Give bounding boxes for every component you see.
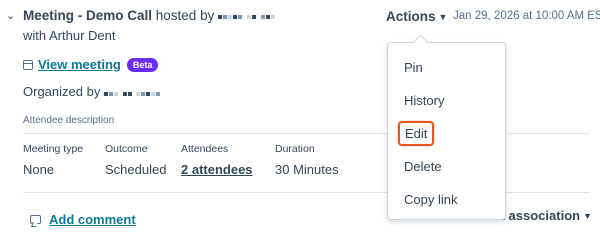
actions-dropdown-button[interactable]: Actions ▼ bbox=[386, 9, 447, 24]
view-meeting-row: View meeting Beta bbox=[23, 57, 159, 72]
caret-down-icon: ▼ bbox=[583, 211, 592, 221]
redacted-host-name bbox=[218, 9, 276, 24]
actions-label: Actions bbox=[386, 9, 436, 24]
duration-label: Duration bbox=[275, 143, 315, 155]
associations-label: 1 association bbox=[497, 208, 581, 223]
menu-item-pin[interactable]: Pin bbox=[404, 60, 423, 75]
actions-menu: Pin History Edit Delete Copy link bbox=[387, 42, 506, 220]
meeting-type-label: Meeting type bbox=[23, 143, 84, 155]
meeting-title: Meeting - Demo Call bbox=[23, 8, 153, 23]
menu-item-copy-link[interactable]: Copy link bbox=[404, 192, 457, 207]
attendees-link[interactable]: 2 attendees bbox=[181, 162, 253, 177]
redacted-organizer-name bbox=[103, 85, 161, 100]
hosted-by-text: hosted by bbox=[155, 8, 215, 23]
collapse-chevron-icon[interactable]: ⌄ bbox=[6, 9, 15, 22]
comment-icon bbox=[30, 215, 41, 224]
attendees-label: Attendees bbox=[181, 143, 229, 155]
caret-down-icon: ▼ bbox=[438, 12, 448, 22]
outcome-value[interactable]: Scheduled bbox=[105, 162, 166, 177]
add-comment-link[interactable]: Add comment bbox=[49, 212, 136, 227]
menu-item-delete[interactable]: Delete bbox=[404, 159, 442, 174]
organized-by-line: Organized by bbox=[23, 84, 161, 100]
organized-by-text: Organized by bbox=[23, 84, 101, 99]
calendar-icon bbox=[23, 59, 33, 70]
beta-badge: Beta bbox=[126, 57, 159, 72]
associations-dropdown[interactable]: 1 association ▼ bbox=[498, 208, 592, 223]
attendee-description-label: Attendee description bbox=[23, 115, 115, 126]
menu-item-edit[interactable]: Edit bbox=[398, 121, 435, 146]
activity-title-line: Meeting - Demo Call hosted by bbox=[23, 8, 276, 24]
view-meeting-link[interactable]: View meeting bbox=[38, 57, 121, 72]
menu-item-history[interactable]: History bbox=[404, 93, 444, 108]
outcome-label: Outcome bbox=[105, 143, 148, 155]
with-contact-text: with Arthur Dent bbox=[23, 28, 116, 43]
meeting-type-value[interactable]: None bbox=[23, 162, 54, 177]
add-comment-row: Add comment bbox=[30, 212, 136, 227]
duration-value[interactable]: 30 Minutes bbox=[275, 162, 339, 177]
meeting-date: Jan 29, 2026 at 10:00 AM EST bbox=[453, 10, 600, 22]
